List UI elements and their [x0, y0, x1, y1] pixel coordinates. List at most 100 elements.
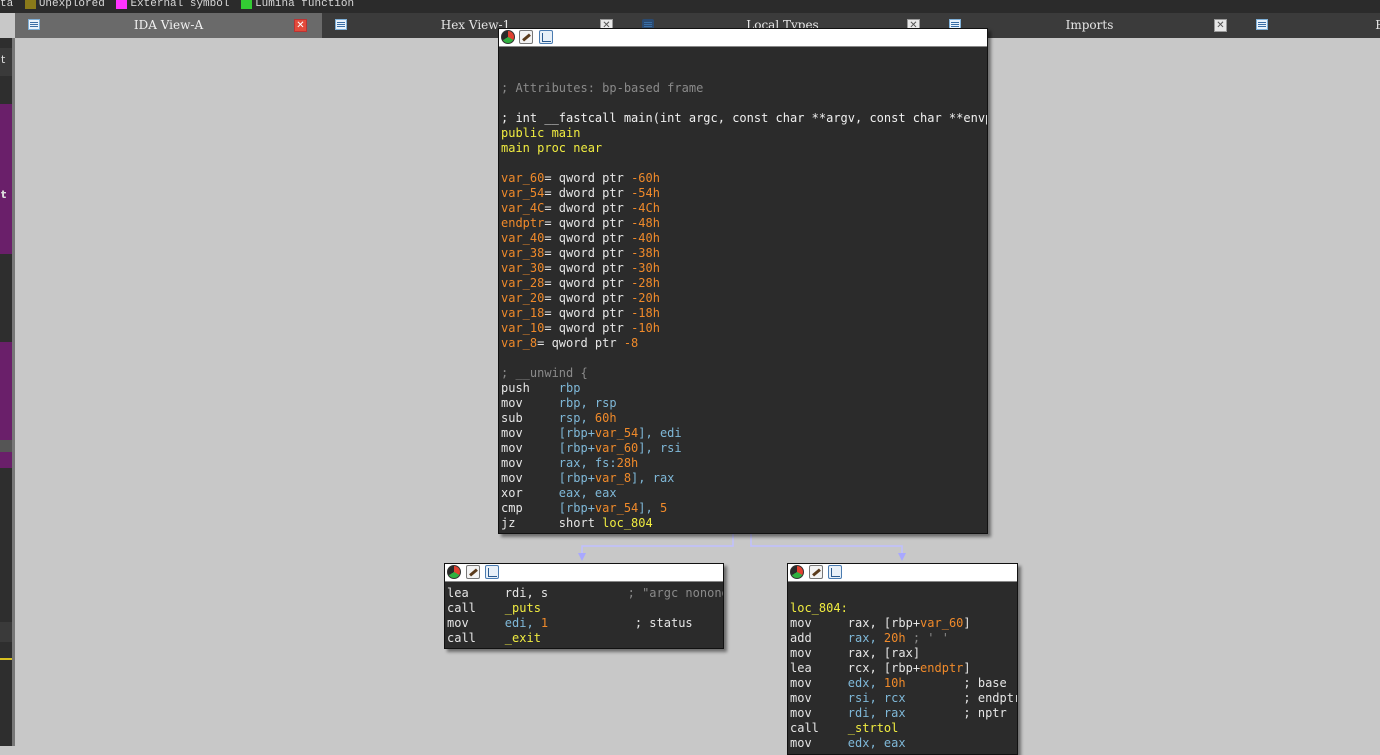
code-line[interactable]: loc_804:: [790, 601, 1017, 616]
code-line[interactable]: [501, 96, 987, 111]
code-token: proc near: [529, 141, 603, 155]
code-line[interactable]: mov [rbp+var_54], edi: [501, 426, 987, 441]
code-line[interactable]: ; Attributes: bp-based frame: [501, 81, 987, 96]
code-line[interactable]: mov edi, 1 ; status: [447, 616, 723, 631]
code-token: mov: [790, 676, 848, 690]
code-line[interactable]: var_28= qword ptr -28h: [501, 276, 987, 291]
code-line[interactable]: [501, 156, 987, 171]
code-line[interactable]: var_38= qword ptr -38h: [501, 246, 987, 261]
code-token: = dword ptr: [544, 201, 632, 215]
code-line[interactable]: mov rbp, rsp: [501, 396, 987, 411]
rename-icon[interactable]: [466, 565, 480, 579]
code-line[interactable]: ; int __fastcall main(int argc, const ch…: [501, 111, 987, 126]
code-token: ; "argc nonono": [548, 586, 723, 600]
code-token: rbp, rsp: [558, 396, 617, 410]
nav-segment: [0, 104, 12, 254]
code-line[interactable]: sub rsp, 60h: [501, 411, 987, 426]
tab-label: E: [1375, 18, 1380, 32]
rename-icon[interactable]: [519, 30, 533, 44]
code-line[interactable]: call _strtol: [790, 721, 1017, 736]
code-line[interactable]: ; __unwind {: [501, 366, 987, 381]
code-token: var_4C: [501, 201, 545, 215]
code-line[interactable]: mov rsi, rcx ; endptr: [790, 691, 1017, 706]
tab-exports[interactable]: E: [1243, 13, 1380, 38]
code-line[interactable]: var_20= qword ptr -20h: [501, 291, 987, 306]
code-line[interactable]: push rbp: [501, 381, 987, 396]
code-line[interactable]: var_30= qword ptr -30h: [501, 261, 987, 276]
code-line[interactable]: add rax, 20h ; ' ': [790, 631, 1017, 646]
code-line[interactable]: mov edx, eax: [790, 736, 1017, 751]
code-line[interactable]: var_4C= dword ptr -4Ch: [501, 201, 987, 216]
code-token: rax,: [847, 631, 884, 645]
code-block-argc-fail[interactable]: lea rdi, s ; "argc nonono" call _puts mov …: [444, 563, 724, 649]
code-line[interactable]: call _puts: [447, 601, 723, 616]
code-line[interactable]: [501, 66, 987, 81]
nav-label: t: [1, 188, 7, 201]
code-block-main[interactable]: ; Attributes: bp-based frame ; int __fast…: [498, 28, 988, 534]
code-line[interactable]: mov [rbp+var_8], rax: [501, 471, 987, 486]
color-picker-icon[interactable]: [447, 565, 461, 579]
block-header: [445, 564, 723, 582]
code-line[interactable]: mov edx, 10h ; base: [790, 676, 1017, 691]
code-token: var_54: [501, 186, 545, 200]
graph-icon[interactable]: [539, 30, 553, 44]
code-line[interactable]: [501, 351, 987, 366]
code-line[interactable]: var_60= qword ptr -60h: [501, 171, 987, 186]
code-token: _puts: [504, 601, 541, 615]
code-line[interactable]: xor eax, eax: [501, 486, 987, 501]
code-token: var_8: [501, 336, 538, 350]
rename-icon[interactable]: [809, 565, 823, 579]
code-token: mov: [790, 706, 848, 720]
code-line[interactable]: var_18= qword ptr -18h: [501, 306, 987, 321]
color-picker-icon[interactable]: [790, 565, 804, 579]
code-line[interactable]: jz short loc_804: [501, 516, 987, 531]
code-token: mov: [501, 471, 559, 485]
code-token: edx, eax: [847, 736, 906, 750]
code-line[interactable]: mov rdi, rax ; nptr: [790, 706, 1017, 721]
code-line[interactable]: var_10= qword ptr -10h: [501, 321, 987, 336]
code-line[interactable]: [501, 51, 987, 66]
code-line[interactable]: lea rdi, s ; "argc nonono": [447, 586, 723, 601]
code-line[interactable]: mov [rbp+var_60], rsi: [501, 441, 987, 456]
code-token: -8: [623, 336, 639, 350]
code-token: xor: [501, 486, 559, 500]
code-token: 28h: [616, 456, 639, 470]
tab-ida-view-a[interactable]: IDA View-A ✕: [15, 13, 322, 38]
legend-item-lumina: Lumina function: [255, 0, 355, 10]
code-block-loc-804[interactable]: loc_804: mov rax, [rbp+var_60] add rax, 20…: [787, 563, 1018, 755]
graph-icon[interactable]: [485, 565, 499, 579]
code-line[interactable]: mov rax, [rax]: [790, 646, 1017, 661]
color-picker-icon[interactable]: [501, 30, 515, 44]
code-token: cmp: [501, 501, 559, 515]
code-line[interactable]: var_54= dword ptr -54h: [501, 186, 987, 201]
graph-icon[interactable]: [828, 565, 842, 579]
code-token: endptr: [920, 661, 964, 675]
code-token: -30h: [631, 261, 660, 275]
code-line[interactable]: endptr= qword ptr -48h: [501, 216, 987, 231]
code-line[interactable]: var_40= qword ptr -40h: [501, 231, 987, 246]
code-line[interactable]: mov rax, [rbp+var_60]: [790, 616, 1017, 631]
code-line[interactable]: lea rcx, [rbp+endptr]: [790, 661, 1017, 676]
exports-icon: [1256, 19, 1268, 30]
code-line[interactable]: cmp [rbp+var_54], 5: [501, 501, 987, 516]
code-token: edx,: [847, 676, 884, 690]
code-line[interactable]: public main: [501, 126, 987, 141]
navigation-strip[interactable]: t t: [0, 38, 12, 746]
close-icon[interactable]: ✕: [1214, 19, 1227, 32]
code-token: ]: [963, 661, 971, 675]
code-line[interactable]: mov rax, fs:28h: [501, 456, 987, 471]
code-token: main: [551, 126, 581, 140]
code-token: = qword ptr: [544, 216, 632, 230]
code-line[interactable]: call _exit: [447, 631, 723, 646]
close-icon[interactable]: ✕: [294, 19, 307, 32]
code-lines: ; Attributes: bp-based frame ; int __fast…: [501, 51, 987, 531]
code-token: = qword ptr: [544, 171, 632, 185]
code-token: = dword ptr: [544, 186, 632, 200]
code-token: call: [447, 631, 505, 645]
code-line[interactable]: main proc near: [501, 141, 987, 156]
code-token: var_10: [501, 321, 545, 335]
code-token: = qword ptr: [544, 276, 632, 290]
code-line[interactable]: var_8= qword ptr -8: [501, 336, 987, 351]
code-line[interactable]: [790, 586, 1017, 601]
code-token: add: [790, 631, 848, 645]
